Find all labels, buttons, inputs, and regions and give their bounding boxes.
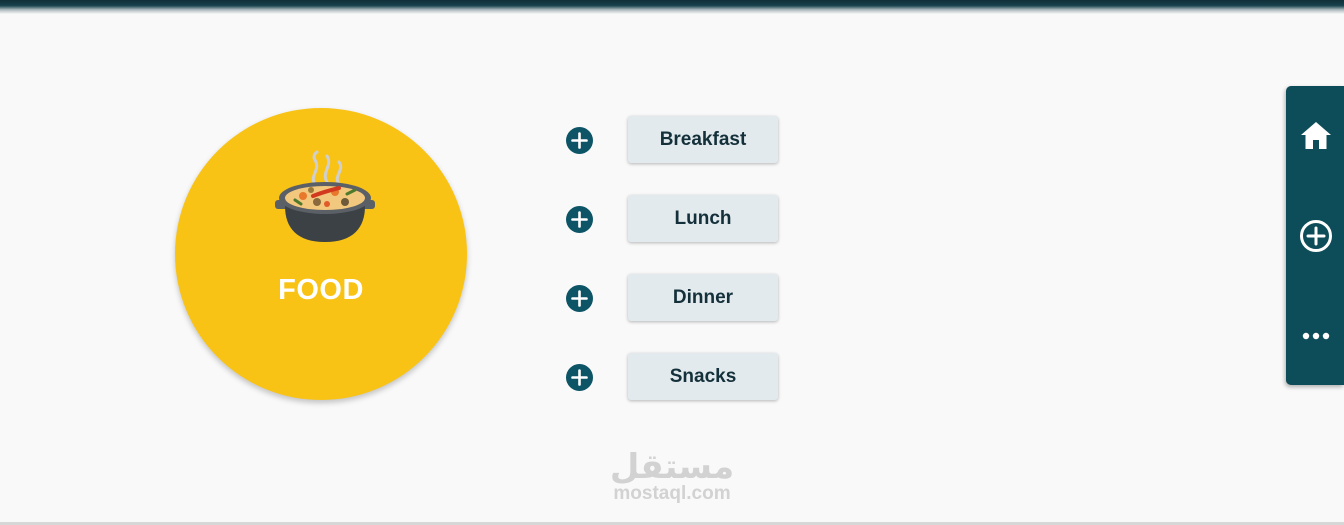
add-circle-icon	[1300, 220, 1332, 252]
meal-row-breakfast: Breakfast	[566, 116, 780, 164]
add-snacks-button[interactable]	[566, 364, 593, 391]
meal-row-lunch: Lunch	[566, 195, 780, 243]
more-button[interactable]	[1296, 316, 1336, 356]
meal-row-snacks: Snacks	[566, 353, 780, 401]
add-dinner-button[interactable]	[566, 285, 593, 312]
more-horizontal-icon	[1302, 332, 1330, 340]
home-icon	[1301, 122, 1331, 149]
plus-circle-icon	[571, 369, 588, 386]
food-category-card[interactable]: FOOD	[175, 108, 467, 400]
watermark-url: mostaql.com	[613, 483, 731, 504]
add-button[interactable]	[1296, 216, 1336, 256]
meal-button-lunch[interactable]: Lunch	[628, 195, 778, 242]
meal-button-snacks[interactable]: Snacks	[628, 353, 778, 400]
add-breakfast-button[interactable]	[566, 127, 593, 154]
side-nav-panel	[1286, 86, 1344, 385]
meal-button-breakfast[interactable]: Breakfast	[628, 116, 778, 163]
add-lunch-button[interactable]	[566, 206, 593, 233]
cooking-pot-icon	[275, 150, 375, 242]
meal-row-dinner: Dinner	[566, 274, 780, 322]
home-button[interactable]	[1296, 116, 1336, 156]
plus-circle-icon	[571, 211, 588, 228]
watermark-arabic: مستقل	[609, 447, 735, 487]
meal-button-dinner[interactable]: Dinner	[628, 274, 778, 321]
food-category-label: FOOD	[278, 274, 364, 306]
watermark: مستقل mostaql.com	[560, 448, 784, 504]
plus-circle-icon	[571, 290, 588, 307]
plus-circle-icon	[571, 132, 588, 149]
page: FOOD Breakfast Lunch Dinner Snacks مستقل…	[0, 0, 1344, 525]
top-bar	[0, 0, 1344, 14]
